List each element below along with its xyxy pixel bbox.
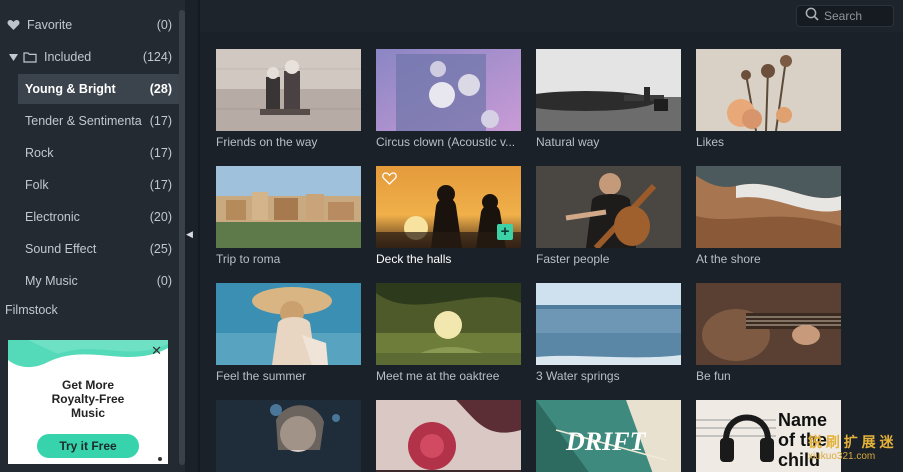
music-tile[interactable]: At the shore — [696, 166, 841, 266]
tile-thumbnail — [376, 283, 521, 365]
sidebar-item-label: Electronic — [25, 210, 80, 224]
watermark-url: xiukuo321.com — [808, 451, 876, 462]
tile-thumbnail — [536, 283, 681, 365]
sidebar-item-label: Young & Bright — [25, 82, 116, 96]
music-tile[interactable]: Meet me at the oaktree — [376, 283, 521, 383]
sidebar: Favorite (0) Included (124) Young & Brig… — [0, 0, 185, 472]
sidebar-item-favorite[interactable]: Favorite (0) — [0, 10, 180, 40]
sidebar-item-label: Favorite — [27, 18, 73, 32]
sidebar-item-count: (20) — [149, 210, 172, 224]
sidebar-item-label: Sound Effect — [25, 242, 97, 256]
music-tile[interactable]: Friends on the way — [216, 49, 361, 149]
tile-thumbnail — [696, 49, 841, 131]
sidebar-item-count: (0) — [156, 18, 172, 32]
music-tile[interactable] — [216, 400, 361, 472]
tile-thumbnail — [696, 283, 841, 365]
sidebar-item-tender[interactable]: Tender & Sentimenta (17) — [0, 106, 180, 136]
tile-title: At the shore — [696, 252, 761, 266]
music-tile[interactable]: + Deck the halls — [376, 166, 521, 266]
collapse-sidebar-icon[interactable]: ◀ — [186, 229, 193, 240]
sidebar-item-count: (25) — [149, 242, 172, 256]
search-icon — [805, 7, 819, 26]
sidebar-item-my-music[interactable]: My Music (0) — [0, 266, 180, 296]
music-tile[interactable]: Natural way — [536, 49, 681, 149]
tile-title: Trip to roma — [216, 252, 281, 266]
sidebar-item-label: Tender & Sentimenta — [25, 114, 142, 128]
sidebar-item-electronic[interactable]: Electronic (20) — [0, 202, 180, 232]
tile-thumbnail: DRIFT — [536, 400, 681, 472]
music-tile[interactable]: Be fun — [696, 283, 841, 383]
tile-title: Be fun — [696, 369, 731, 383]
sidebar-item-count: (17) — [149, 146, 172, 160]
close-icon[interactable]: ✕ — [151, 344, 162, 357]
wave-decoration — [8, 340, 168, 368]
promo-headline: Get More Royalty-Free Music — [51, 378, 125, 420]
tile-thumbnail: + — [376, 166, 521, 248]
tile-thumbnail — [216, 283, 361, 365]
sidebar-item-included[interactable]: Included (124) — [0, 42, 180, 72]
music-tile[interactable]: DRIFT — [536, 400, 681, 472]
favorite-heart-icon[interactable] — [382, 172, 397, 185]
sidebar-item-rock[interactable]: Rock (17) — [0, 138, 180, 168]
music-tile[interactable]: Trip to roma — [216, 166, 361, 266]
tile-art-text: DRIFT — [565, 427, 647, 456]
tile-thumbnail — [216, 400, 361, 472]
music-tile[interactable]: 3 Water springs — [536, 283, 681, 383]
tile-title: Circus clown (Acoustic v... — [376, 135, 516, 149]
music-grid: Friends on the way Circus clown (Acousti… — [200, 32, 903, 472]
sidebar-item-filmstock[interactable]: Filmstock — [5, 303, 58, 317]
tile-thumbnail — [376, 49, 521, 131]
tile-title: Friends on the way — [216, 135, 318, 149]
music-tile[interactable]: Likes — [696, 49, 841, 149]
tile-thumbnail — [536, 49, 681, 131]
sidebar-item-young-bright[interactable]: Young & Bright (28) — [18, 74, 180, 104]
top-bar — [200, 0, 903, 32]
tile-thumbnail — [376, 400, 521, 472]
try-free-button[interactable]: Try it Free — [37, 434, 139, 458]
tile-thumbnail — [696, 166, 841, 248]
watermark: 锐 刷 扩 展 迷 — [808, 434, 894, 450]
tile-thumbnail — [216, 49, 361, 131]
sidebar-item-label: My Music — [25, 274, 78, 288]
tile-title: Likes — [696, 135, 725, 149]
promo-banner[interactable]: ✕ Get More Royalty-Free Music Try it Fre… — [8, 340, 168, 464]
sidebar-item-count: (28) — [149, 82, 172, 96]
tile-title: Feel the summer — [216, 369, 307, 383]
tile-title: 3 Water springs — [536, 369, 620, 383]
heart-icon — [6, 18, 20, 32]
tile-thumbnail — [216, 166, 361, 248]
search-input[interactable] — [824, 9, 886, 23]
triangle-down-icon — [6, 50, 20, 64]
sidebar-scrollbar[interactable] — [179, 10, 185, 465]
sidebar-item-label: Rock — [25, 146, 54, 160]
music-tile[interactable]: Faster people — [536, 166, 681, 266]
sidebar-item-count: (17) — [149, 114, 172, 128]
carousel-dot[interactable] — [158, 457, 162, 461]
scrollbar-thumb[interactable] — [179, 10, 185, 465]
tile-title: Meet me at the oaktree — [376, 369, 500, 383]
music-tile[interactable]: Circus clown (Acoustic v... — [376, 49, 521, 149]
sidebar-item-label: Included — [44, 50, 92, 64]
tile-thumbnail — [536, 166, 681, 248]
tile-title: Deck the halls — [376, 252, 452, 266]
sidebar-item-sound-effect[interactable]: Sound Effect (25) — [0, 234, 180, 264]
search-box[interactable] — [796, 5, 894, 27]
sidebar-item-label: Folk — [25, 178, 49, 192]
tile-title: Natural way — [536, 135, 600, 149]
music-tile[interactable]: Feel the summer — [216, 283, 361, 383]
sidebar-item-count: (0) — [156, 274, 172, 288]
music-tile[interactable] — [376, 400, 521, 472]
sidebar-item-folk[interactable]: Folk (17) — [0, 170, 180, 200]
sidebar-item-count: (17) — [149, 178, 172, 192]
tile-title: Faster people — [536, 252, 610, 266]
sidebar-item-count: (124) — [142, 50, 172, 64]
add-plus-icon[interactable]: + — [497, 224, 513, 240]
folder-icon — [23, 50, 37, 64]
